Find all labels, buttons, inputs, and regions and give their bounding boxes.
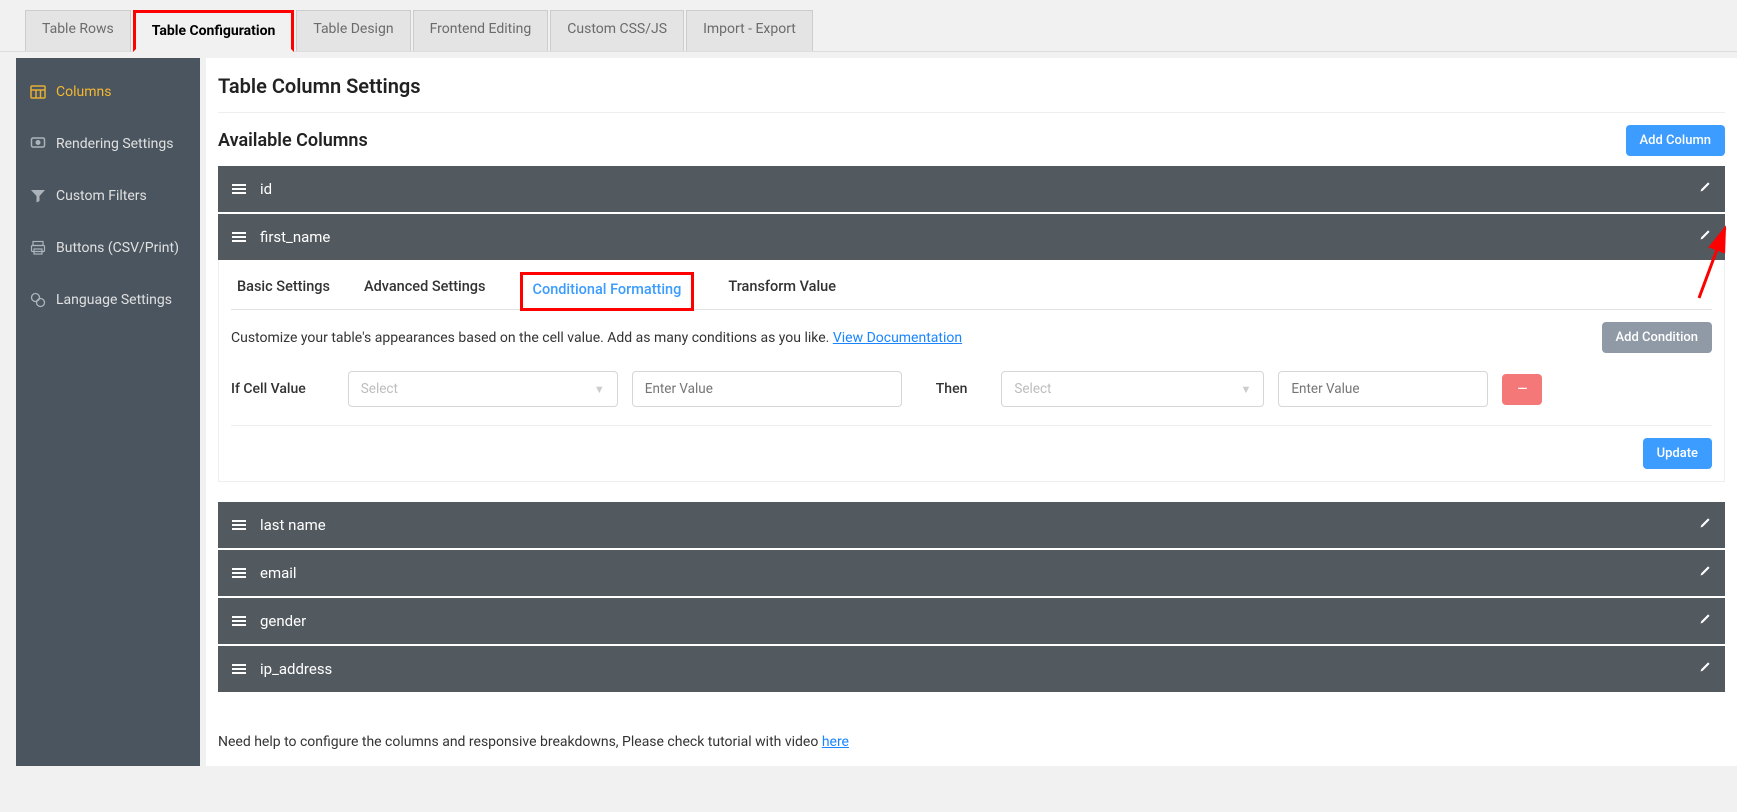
sidebar-item-label: Language Settings <box>56 292 172 308</box>
sidebar-item-label: Buttons (CSV/Print) <box>56 240 179 256</box>
help-text: Need help to configure the columns and r… <box>218 694 1725 750</box>
filter-icon <box>30 188 46 204</box>
column-row-last-name[interactable]: last name <box>218 502 1725 548</box>
sidebar-item-label: Columns <box>56 84 111 100</box>
pencil-icon[interactable] <box>1699 661 1711 677</box>
subtab-advanced-settings[interactable]: Advanced Settings <box>364 278 486 309</box>
content-panel: Table Column Settings Available Columns … <box>206 58 1737 766</box>
tab-table-design[interactable]: Table Design <box>296 10 410 51</box>
column-row-email[interactable]: email <box>218 550 1725 596</box>
sidebar-item-rendering[interactable]: Rendering Settings <box>16 118 200 170</box>
display-icon <box>30 136 46 152</box>
select-placeholder-text: Select <box>1014 381 1051 397</box>
if-cell-value-label: If Cell Value <box>231 381 334 397</box>
sidebar-item-custom-filters[interactable]: Custom Filters <box>16 170 200 222</box>
column-name: email <box>260 564 297 582</box>
column-expanded-panel: Basic Settings Advanced Settings Conditi… <box>218 260 1725 482</box>
tab-import-export[interactable]: Import - Export <box>686 10 813 51</box>
pencil-icon[interactable] <box>1699 229 1711 245</box>
drag-handle-icon[interactable] <box>232 664 246 674</box>
sidebar-item-buttons[interactable]: Buttons (CSV/Print) <box>16 222 200 274</box>
subtab-basic-settings[interactable]: Basic Settings <box>237 278 330 309</box>
sidebar-item-label: Custom Filters <box>56 188 147 204</box>
top-tabs: Table Rows Table Configuration Table Des… <box>0 0 1737 52</box>
drag-handle-icon[interactable] <box>232 616 246 626</box>
pencil-icon[interactable] <box>1699 565 1711 581</box>
column-row-gender[interactable]: gender <box>218 598 1725 644</box>
then-label: Then <box>916 381 988 397</box>
sidebar: Columns Rendering Settings Custom Filter… <box>16 58 200 766</box>
column-row-ip-address[interactable]: ip_address <box>218 646 1725 692</box>
tab-table-configuration[interactable]: Table Configuration <box>133 10 295 52</box>
column-name: gender <box>260 612 306 630</box>
action-value-input[interactable] <box>1278 371 1488 407</box>
column-row-first-name[interactable]: first_name <box>218 214 1725 260</box>
select-placeholder-text: Select <box>361 381 398 397</box>
operator-select[interactable]: Select ▼ <box>348 371 618 407</box>
view-documentation-link[interactable]: View Documentation <box>833 330 962 346</box>
column-row-id[interactable]: id <box>218 166 1725 212</box>
available-columns-label: Available Columns <box>218 130 368 151</box>
column-name: first_name <box>260 228 330 246</box>
table-icon <box>30 84 46 100</box>
pencil-icon[interactable] <box>1699 517 1711 533</box>
available-columns-header: Available Columns Add Column <box>218 113 1725 166</box>
language-icon <box>30 292 46 308</box>
remove-condition-button[interactable]: — <box>1502 374 1542 405</box>
add-column-button[interactable]: Add Column <box>1626 125 1725 156</box>
help-text-span: Need help to configure the columns and r… <box>218 734 822 750</box>
tab-table-rows[interactable]: Table Rows <box>25 10 131 51</box>
drag-handle-icon[interactable] <box>232 232 246 242</box>
column-name: last name <box>260 516 326 534</box>
cond-desc-span: Customize your table's appearances based… <box>231 330 833 346</box>
sidebar-item-language[interactable]: Language Settings <box>16 274 200 326</box>
pencil-icon[interactable] <box>1699 613 1711 629</box>
conditional-description-text: Customize your table's appearances based… <box>231 330 962 346</box>
conditional-description-row: Customize your table's appearances based… <box>231 310 1712 365</box>
sidebar-item-columns[interactable]: Columns <box>16 66 200 118</box>
tab-custom-css-js[interactable]: Custom CSS/JS <box>550 10 684 51</box>
print-icon <box>30 240 46 256</box>
drag-handle-icon[interactable] <box>232 568 246 578</box>
pencil-icon[interactable] <box>1699 181 1711 197</box>
drag-handle-icon[interactable] <box>232 520 246 530</box>
condition-row: If Cell Value Select ▼ Then Select ▼ — <box>231 365 1712 426</box>
subtab-transform-value[interactable]: Transform Value <box>728 278 836 309</box>
update-row: Update <box>231 438 1712 469</box>
sub-tabs: Basic Settings Advanced Settings Conditi… <box>231 260 1712 310</box>
drag-handle-icon[interactable] <box>232 184 246 194</box>
compare-value-input[interactable] <box>632 371 902 407</box>
add-condition-button[interactable]: Add Condition <box>1602 322 1713 353</box>
column-name: ip_address <box>260 660 332 678</box>
column-name: id <box>260 180 272 198</box>
action-select[interactable]: Select ▼ <box>1001 371 1264 407</box>
tab-frontend-editing[interactable]: Frontend Editing <box>413 10 549 51</box>
chevron-down-icon: ▼ <box>1240 383 1251 396</box>
page-title: Table Column Settings <box>218 74 1725 113</box>
sidebar-item-label: Rendering Settings <box>56 136 173 152</box>
chevron-down-icon: ▼ <box>594 383 605 396</box>
main-container: Columns Rendering Settings Custom Filter… <box>16 58 1737 766</box>
subtab-conditional-formatting[interactable]: Conditional Formatting <box>520 272 695 311</box>
tutorial-link[interactable]: here <box>822 734 849 750</box>
update-button[interactable]: Update <box>1643 438 1712 469</box>
